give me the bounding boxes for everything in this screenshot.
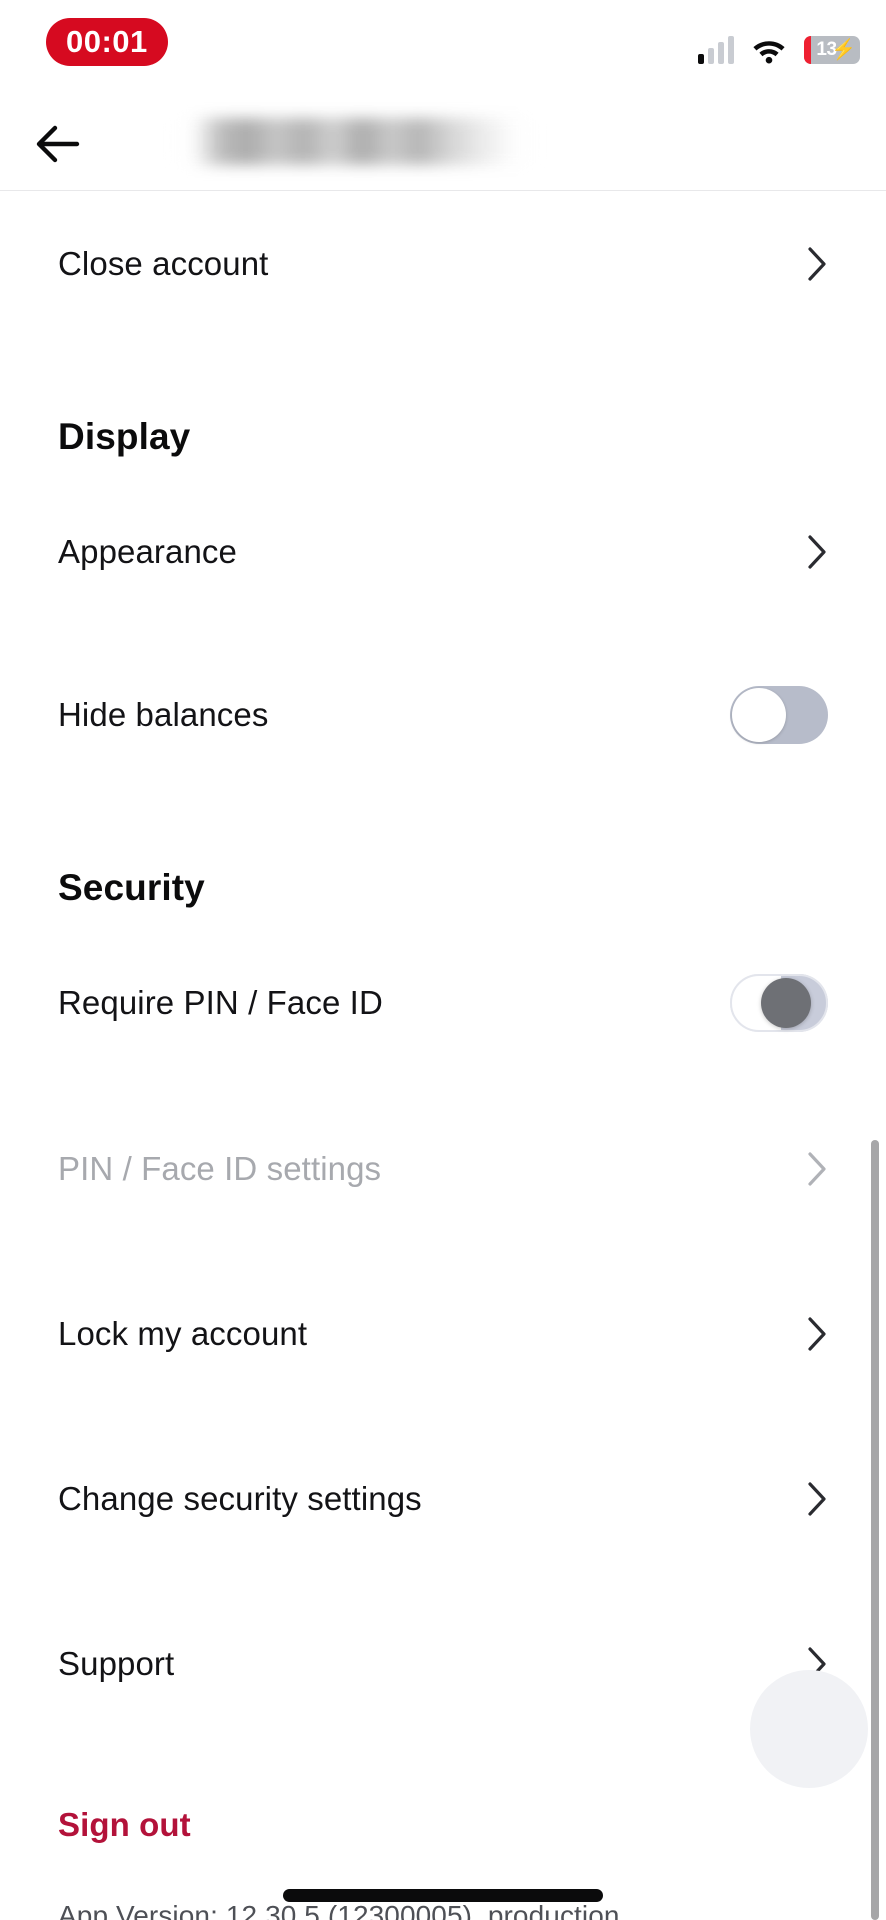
require-pin-faceid-toggle[interactable] xyxy=(730,974,828,1032)
settings-list: Close account Display Appearance Hide ba… xyxy=(0,191,886,1920)
section-heading-display: Display xyxy=(58,416,191,457)
vertical-scrollbar[interactable] xyxy=(871,1140,879,1920)
chevron-right-icon xyxy=(806,534,828,570)
screen-recording-timer[interactable]: 00:01 xyxy=(46,18,168,66)
back-arrow-icon xyxy=(35,124,81,164)
settings-row-label: Lock my account xyxy=(58,1315,308,1353)
settings-row-require-pin-faceid[interactable]: Require PIN / Face ID xyxy=(0,961,886,1045)
settings-row-lock-my-account[interactable]: Lock my account xyxy=(0,1292,886,1376)
toggle-knob xyxy=(732,688,786,742)
settings-row-label: Hide balances xyxy=(58,696,269,734)
sign-out-button[interactable]: Sign out xyxy=(0,1806,886,1844)
back-button[interactable] xyxy=(30,116,86,172)
wifi-icon xyxy=(751,36,787,64)
settings-row-change-security-settings[interactable]: Change security settings xyxy=(0,1457,886,1541)
chevron-right-icon xyxy=(806,1151,828,1187)
page-title-redacted xyxy=(175,118,535,165)
settings-row-close-account[interactable]: Close account xyxy=(0,222,886,306)
settings-row-hide-balances[interactable]: Hide balances xyxy=(0,673,886,757)
app-header xyxy=(0,96,886,191)
section-heading-security: Security xyxy=(58,867,205,908)
settings-row-label: Change security settings xyxy=(58,1480,422,1518)
chevron-right-icon xyxy=(806,246,828,282)
home-indicator xyxy=(283,1889,603,1902)
settings-row-pin-faceid-settings: PIN / Face ID settings xyxy=(0,1127,886,1211)
chevron-right-icon xyxy=(806,1481,828,1517)
settings-row-label: Appearance xyxy=(58,533,237,571)
settings-row-label: PIN / Face ID settings xyxy=(58,1150,382,1188)
settings-row-support[interactable]: Support xyxy=(0,1622,886,1706)
chevron-right-icon xyxy=(806,1316,828,1352)
toggle-knob xyxy=(761,978,811,1028)
signal-bars-icon xyxy=(697,36,734,64)
status-bar: 00:01 13 ⚡ xyxy=(0,0,886,96)
floating-action-button[interactable] xyxy=(750,1670,868,1788)
hide-balances-toggle[interactable] xyxy=(730,686,828,744)
settings-row-label: Close account xyxy=(58,245,269,283)
charging-bolt-icon: ⚡ xyxy=(831,39,856,61)
settings-row-label: Support xyxy=(58,1645,175,1683)
settings-row-appearance[interactable]: Appearance xyxy=(0,510,886,594)
settings-row-label: Require PIN / Face ID xyxy=(58,984,383,1022)
battery-icon: 13 ⚡ xyxy=(804,36,860,64)
app-screen: 00:01 13 ⚡ Close account Display Appeara… xyxy=(0,0,886,1920)
status-indicators: 13 ⚡ xyxy=(697,22,860,64)
